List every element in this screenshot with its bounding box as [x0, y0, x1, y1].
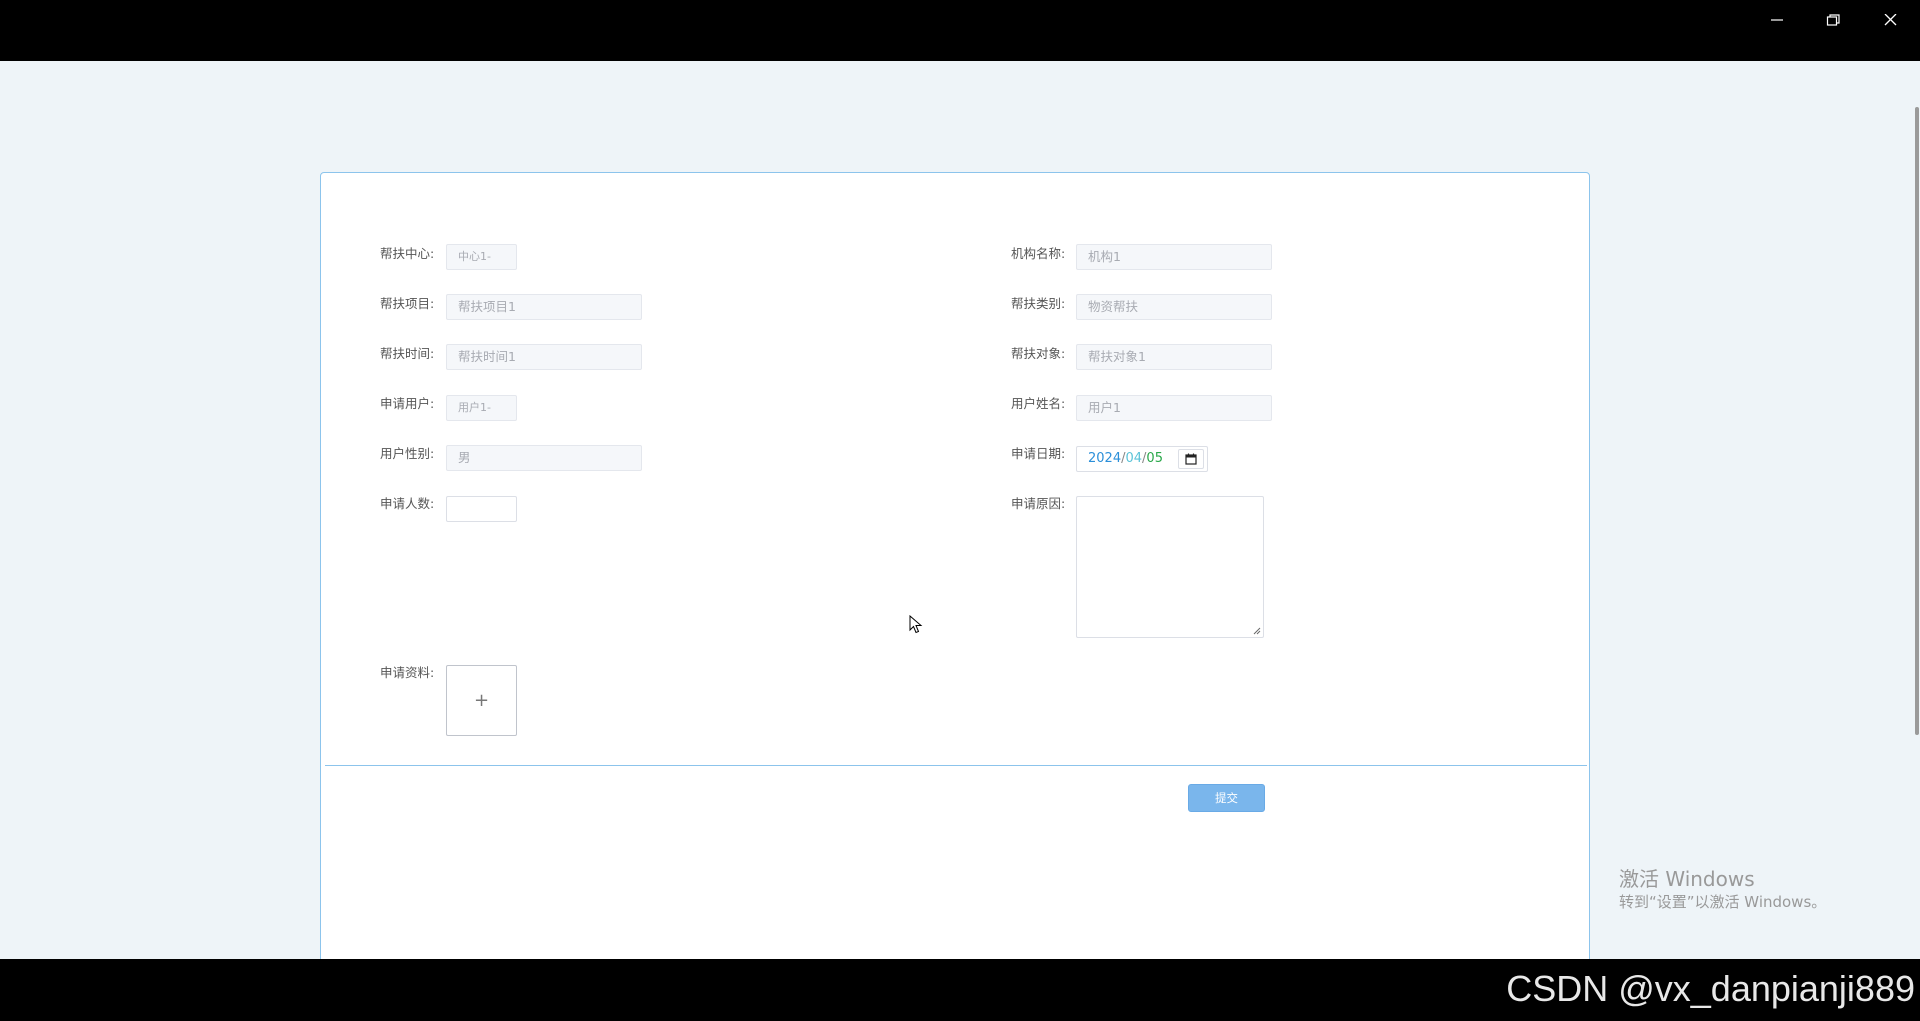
windows-activation-notice: 激活 Windows 转到“设置”以激活 Windows。 — [1619, 866, 1826, 912]
reason-textarea[interactable] — [1076, 496, 1264, 638]
gender-label: 用户性别: — [380, 446, 435, 461]
upload-button[interactable]: + — [446, 665, 517, 736]
applicant-field[interactable]: 用户1- — [446, 395, 517, 421]
close-button[interactable] — [1870, 8, 1910, 32]
restore-icon — [1826, 14, 1840, 26]
headcount-label: 申请人数: — [380, 496, 435, 511]
window-titlebar — [0, 0, 1920, 61]
scrollbar-thumb[interactable] — [1915, 107, 1919, 735]
minimize-icon — [1771, 19, 1783, 21]
project-label: 帮扶项目: — [380, 296, 435, 311]
headcount-field[interactable] — [446, 496, 517, 522]
mouse-cursor-icon — [909, 615, 923, 634]
user-name-field[interactable]: 用户1 — [1076, 395, 1272, 421]
calendar-button[interactable] — [1178, 449, 1204, 469]
project-field[interactable]: 帮扶项目1 — [446, 294, 642, 320]
category-field[interactable]: 物资帮扶 — [1076, 294, 1272, 320]
org-name-field[interactable]: 机构1 — [1076, 244, 1272, 270]
restore-button[interactable] — [1813, 8, 1853, 32]
time-field[interactable]: 帮扶时间1 — [446, 344, 642, 370]
center-field[interactable]: 中心1- — [446, 244, 517, 270]
target-field[interactable]: 帮扶对象1 — [1076, 344, 1272, 370]
bottom-bar: CSDN @vx_danpianji889 — [0, 959, 1920, 1021]
date-day: 05 — [1146, 451, 1163, 466]
materials-label: 申请资料: — [380, 665, 435, 680]
csdn-watermark: CSDN @vx_danpianji889 — [1506, 968, 1915, 1009]
date-year: 2024 — [1088, 451, 1122, 466]
submit-button[interactable]: 提交 — [1188, 784, 1265, 812]
activation-subtitle: 转到“设置”以激活 Windows。 — [1619, 893, 1827, 911]
calendar-icon — [1185, 453, 1197, 465]
target-label: 帮扶对象: — [1011, 346, 1066, 361]
applicant-label: 申请用户: — [380, 396, 435, 411]
reason-label: 申请原因: — [1011, 496, 1066, 511]
center-label: 帮扶中心: — [380, 246, 435, 261]
org-name-label: 机构名称: — [1011, 246, 1066, 261]
minimize-button[interactable] — [1757, 8, 1797, 32]
form-panel: 帮扶中心: 中心1- 机构名称: 机构1 帮扶项目: 帮扶项目1 帮扶类别: 物… — [320, 172, 1590, 972]
form-divider — [325, 765, 1587, 766]
gender-field[interactable]: 男 — [446, 445, 642, 471]
activation-title: 激活 Windows — [1619, 867, 1755, 891]
time-label: 帮扶时间: — [380, 346, 435, 361]
resize-grip-icon[interactable] — [1253, 627, 1261, 635]
date-month: 04 — [1125, 451, 1143, 466]
close-icon — [1884, 14, 1897, 26]
apply-date-label: 申请日期: — [1011, 446, 1066, 461]
user-name-label: 用户姓名: — [1011, 396, 1066, 411]
category-label: 帮扶类别: — [1011, 296, 1066, 311]
